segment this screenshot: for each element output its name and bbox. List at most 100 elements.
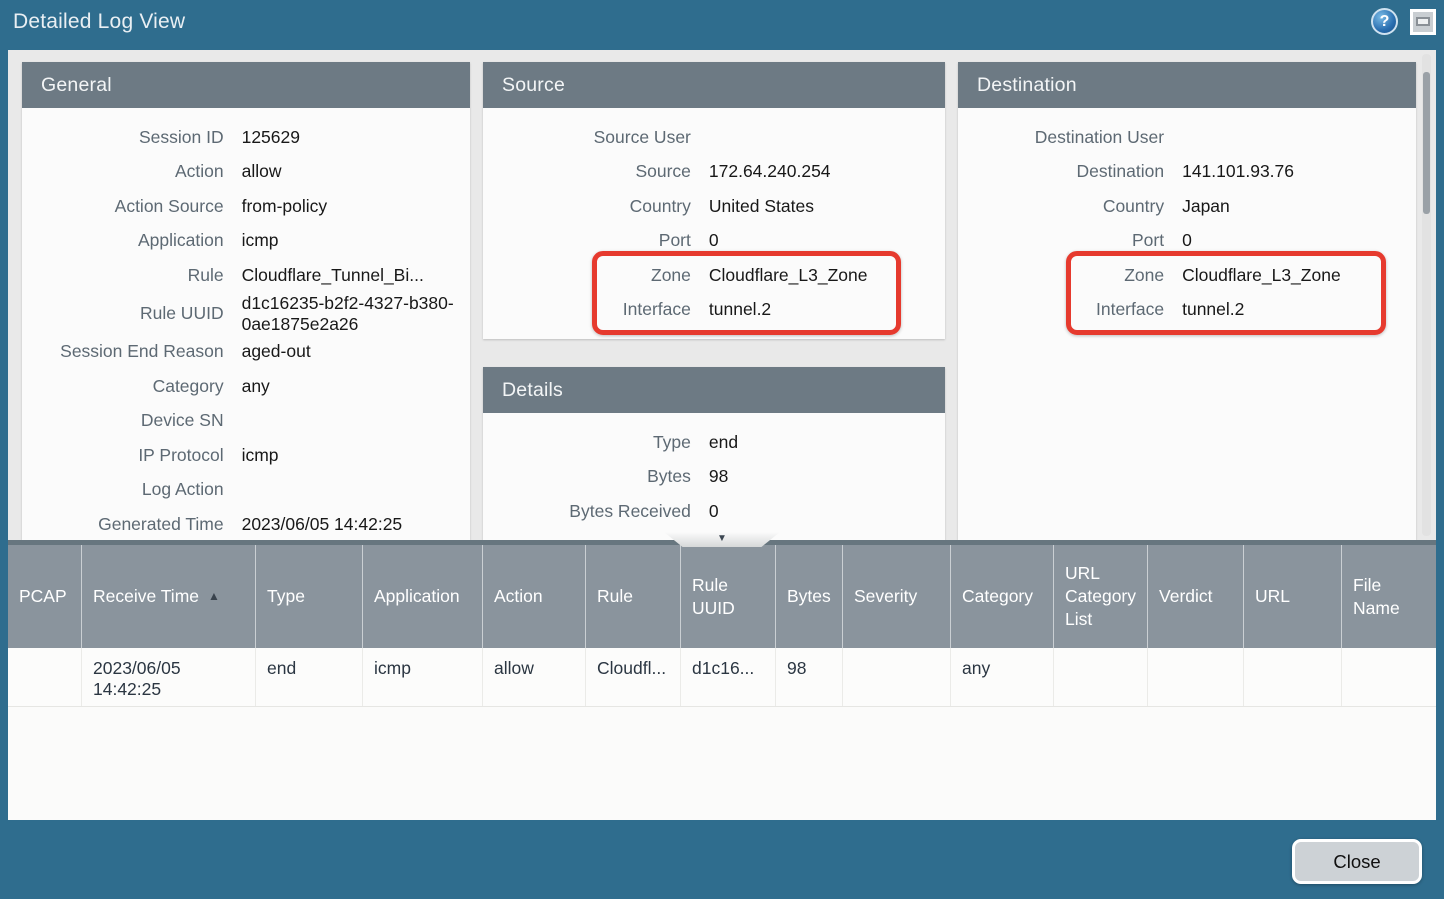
column-header-label: Action: [494, 585, 543, 608]
panel-general-body: Session ID125629ActionallowAction Source…: [22, 108, 470, 540]
field-label: Application: [22, 230, 224, 251]
field-label: Rule UUID: [22, 303, 224, 324]
field-value: tunnel.2: [691, 299, 945, 320]
field-row-interface: Interfacetunnel.2: [958, 293, 1416, 328]
field-row-source-user: Source User: [483, 120, 945, 155]
field-row-application: Applicationicmp: [22, 224, 470, 259]
question-mark-glyph: ?: [1380, 13, 1390, 31]
vertical-scrollbar-thumb[interactable]: [1423, 72, 1430, 214]
field-label: Rule: [22, 265, 224, 286]
field-row-session-id: Session ID125629: [22, 120, 470, 155]
panel-details-header: Details: [483, 367, 945, 413]
column-header-label: Rule UUID: [692, 574, 769, 620]
table-cell-rule-uuid: d1c16...: [680, 648, 775, 706]
field-value: Japan: [1164, 196, 1416, 217]
field-label: Destination User: [958, 127, 1164, 148]
field-label: Port: [958, 230, 1164, 251]
field-value: 0: [691, 230, 945, 251]
column-header-type[interactable]: Type: [255, 545, 362, 648]
field-label: Type: [483, 432, 691, 453]
column-header-application[interactable]: Application: [362, 545, 482, 648]
field-label: IP Protocol: [22, 445, 224, 466]
restore-window-icon[interactable]: [1410, 9, 1436, 35]
field-row-log-action: Log Action: [22, 473, 470, 508]
field-value: icmp: [224, 445, 470, 466]
field-row-destination-user: Destination User: [958, 120, 1416, 155]
field-row-device-sn: Device SN: [22, 404, 470, 439]
source-rows: Source UserSource172.64.240.254CountryUn…: [483, 120, 945, 327]
panel-general: General Session ID125629ActionallowActio…: [22, 62, 470, 540]
column-header-verdict[interactable]: Verdict: [1147, 545, 1243, 648]
field-row-rule-uuid: Rule UUIDd1c16235-b2f2-4327-b380-0ae1875…: [22, 293, 470, 335]
field-label: Source: [483, 161, 691, 182]
field-row-category: Categoryany: [22, 369, 470, 404]
field-label: Bytes Received: [483, 501, 691, 522]
table-cell-verdict: [1147, 648, 1243, 706]
field-value: any: [224, 376, 470, 397]
field-row-generated-time: Generated Time2023/06/05 14:42:25: [22, 507, 470, 540]
field-label: Interface: [483, 299, 691, 320]
field-row-source: Source172.64.240.254: [483, 155, 945, 190]
table-cell-pcap: [8, 648, 81, 706]
table-cell-url: [1243, 648, 1341, 706]
field-value: d1c16235-b2f2-4327-b380-0ae1875e2a26: [224, 293, 470, 335]
column-header-url[interactable]: URL: [1243, 545, 1341, 648]
column-header-label: Receive Time: [93, 585, 199, 608]
column-header-category[interactable]: Category: [950, 545, 1053, 648]
field-row-zone: ZoneCloudflare_L3_Zone: [958, 258, 1416, 293]
column-header-file-name[interactable]: File Name: [1341, 545, 1436, 648]
collapse-handle[interactable]: ▼: [664, 532, 780, 547]
field-label: Zone: [958, 265, 1164, 286]
field-value: Cloudflare_L3_Zone: [1164, 265, 1416, 286]
field-value: tunnel.2: [1164, 299, 1416, 320]
panel-general-header: General: [22, 62, 470, 108]
table-cell-type: end: [255, 648, 362, 706]
column-header-bytes[interactable]: Bytes: [775, 545, 842, 648]
field-value: United States: [691, 196, 945, 217]
field-value: 0: [691, 501, 945, 522]
field-row-interface: Interfacetunnel.2: [483, 293, 945, 328]
column-header-receive-time[interactable]: Receive Time▲: [81, 545, 255, 648]
field-row-port: Port0: [958, 224, 1416, 259]
field-label: Session ID: [22, 127, 224, 148]
field-value: 125629: [224, 127, 470, 148]
field-label: Interface: [958, 299, 1164, 320]
column-header-rule-uuid[interactable]: Rule UUID: [680, 545, 775, 648]
footer-bar: Close: [0, 820, 1444, 899]
close-button[interactable]: Close: [1292, 839, 1422, 884]
panel-source-body: Source UserSource172.64.240.254CountryUn…: [483, 108, 945, 339]
field-value: Cloudflare_L3_Zone: [691, 265, 945, 286]
field-row-action-source: Action Sourcefrom-policy: [22, 189, 470, 224]
field-value: 2023/06/05 14:42:25: [224, 514, 470, 535]
field-row-port: Port0: [483, 224, 945, 259]
field-value: from-policy: [224, 196, 470, 217]
column-header-pcap[interactable]: PCAP: [8, 545, 81, 648]
table-cell-category: any: [950, 648, 1053, 706]
panel-columns: General Session ID125629ActionallowActio…: [8, 50, 1436, 540]
column-middle: Source Source UserSource172.64.240.254Co…: [483, 62, 945, 540]
column-header-label: PCAP: [19, 585, 67, 608]
field-value: 98: [691, 466, 945, 487]
field-row-session-end-reason: Session End Reasonaged-out: [22, 335, 470, 370]
column-header-severity[interactable]: Severity: [842, 545, 950, 648]
table-header-row: PCAP Receive Time▲TypeApplication Action Ru…: [8, 545, 1436, 648]
field-label: Session End Reason: [22, 341, 224, 362]
table-cell-file-name: [1341, 648, 1436, 706]
column-header-action[interactable]: Action: [482, 545, 585, 648]
column-header-rule[interactable]: Rule: [585, 545, 680, 648]
field-value: icmp: [224, 230, 470, 251]
titlebar-icons: ?: [1371, 8, 1436, 35]
title-bar: Detailed Log View ?: [0, 0, 1444, 44]
column-header-label: Category: [962, 585, 1033, 608]
table-row[interactable]: 2023/06/05 14:42:25endicmpallowCloudfl..…: [8, 648, 1436, 707]
field-label: Action Source: [22, 196, 224, 217]
column-header-url-category-list[interactable]: URL Category List: [1053, 545, 1147, 648]
field-row-rule: RuleCloudflare_Tunnel_Bi...: [22, 258, 470, 293]
help-icon[interactable]: ?: [1371, 8, 1398, 35]
field-label: Action: [22, 161, 224, 182]
field-row-bytes-received: Bytes Received0: [483, 494, 945, 529]
detailed-log-view-dialog: { "window": { "title": "Detailed Log Vie…: [0, 0, 1444, 899]
field-value: allow: [224, 161, 470, 182]
field-label: Destination: [958, 161, 1164, 182]
column-header-label: URL Category List: [1065, 562, 1141, 630]
